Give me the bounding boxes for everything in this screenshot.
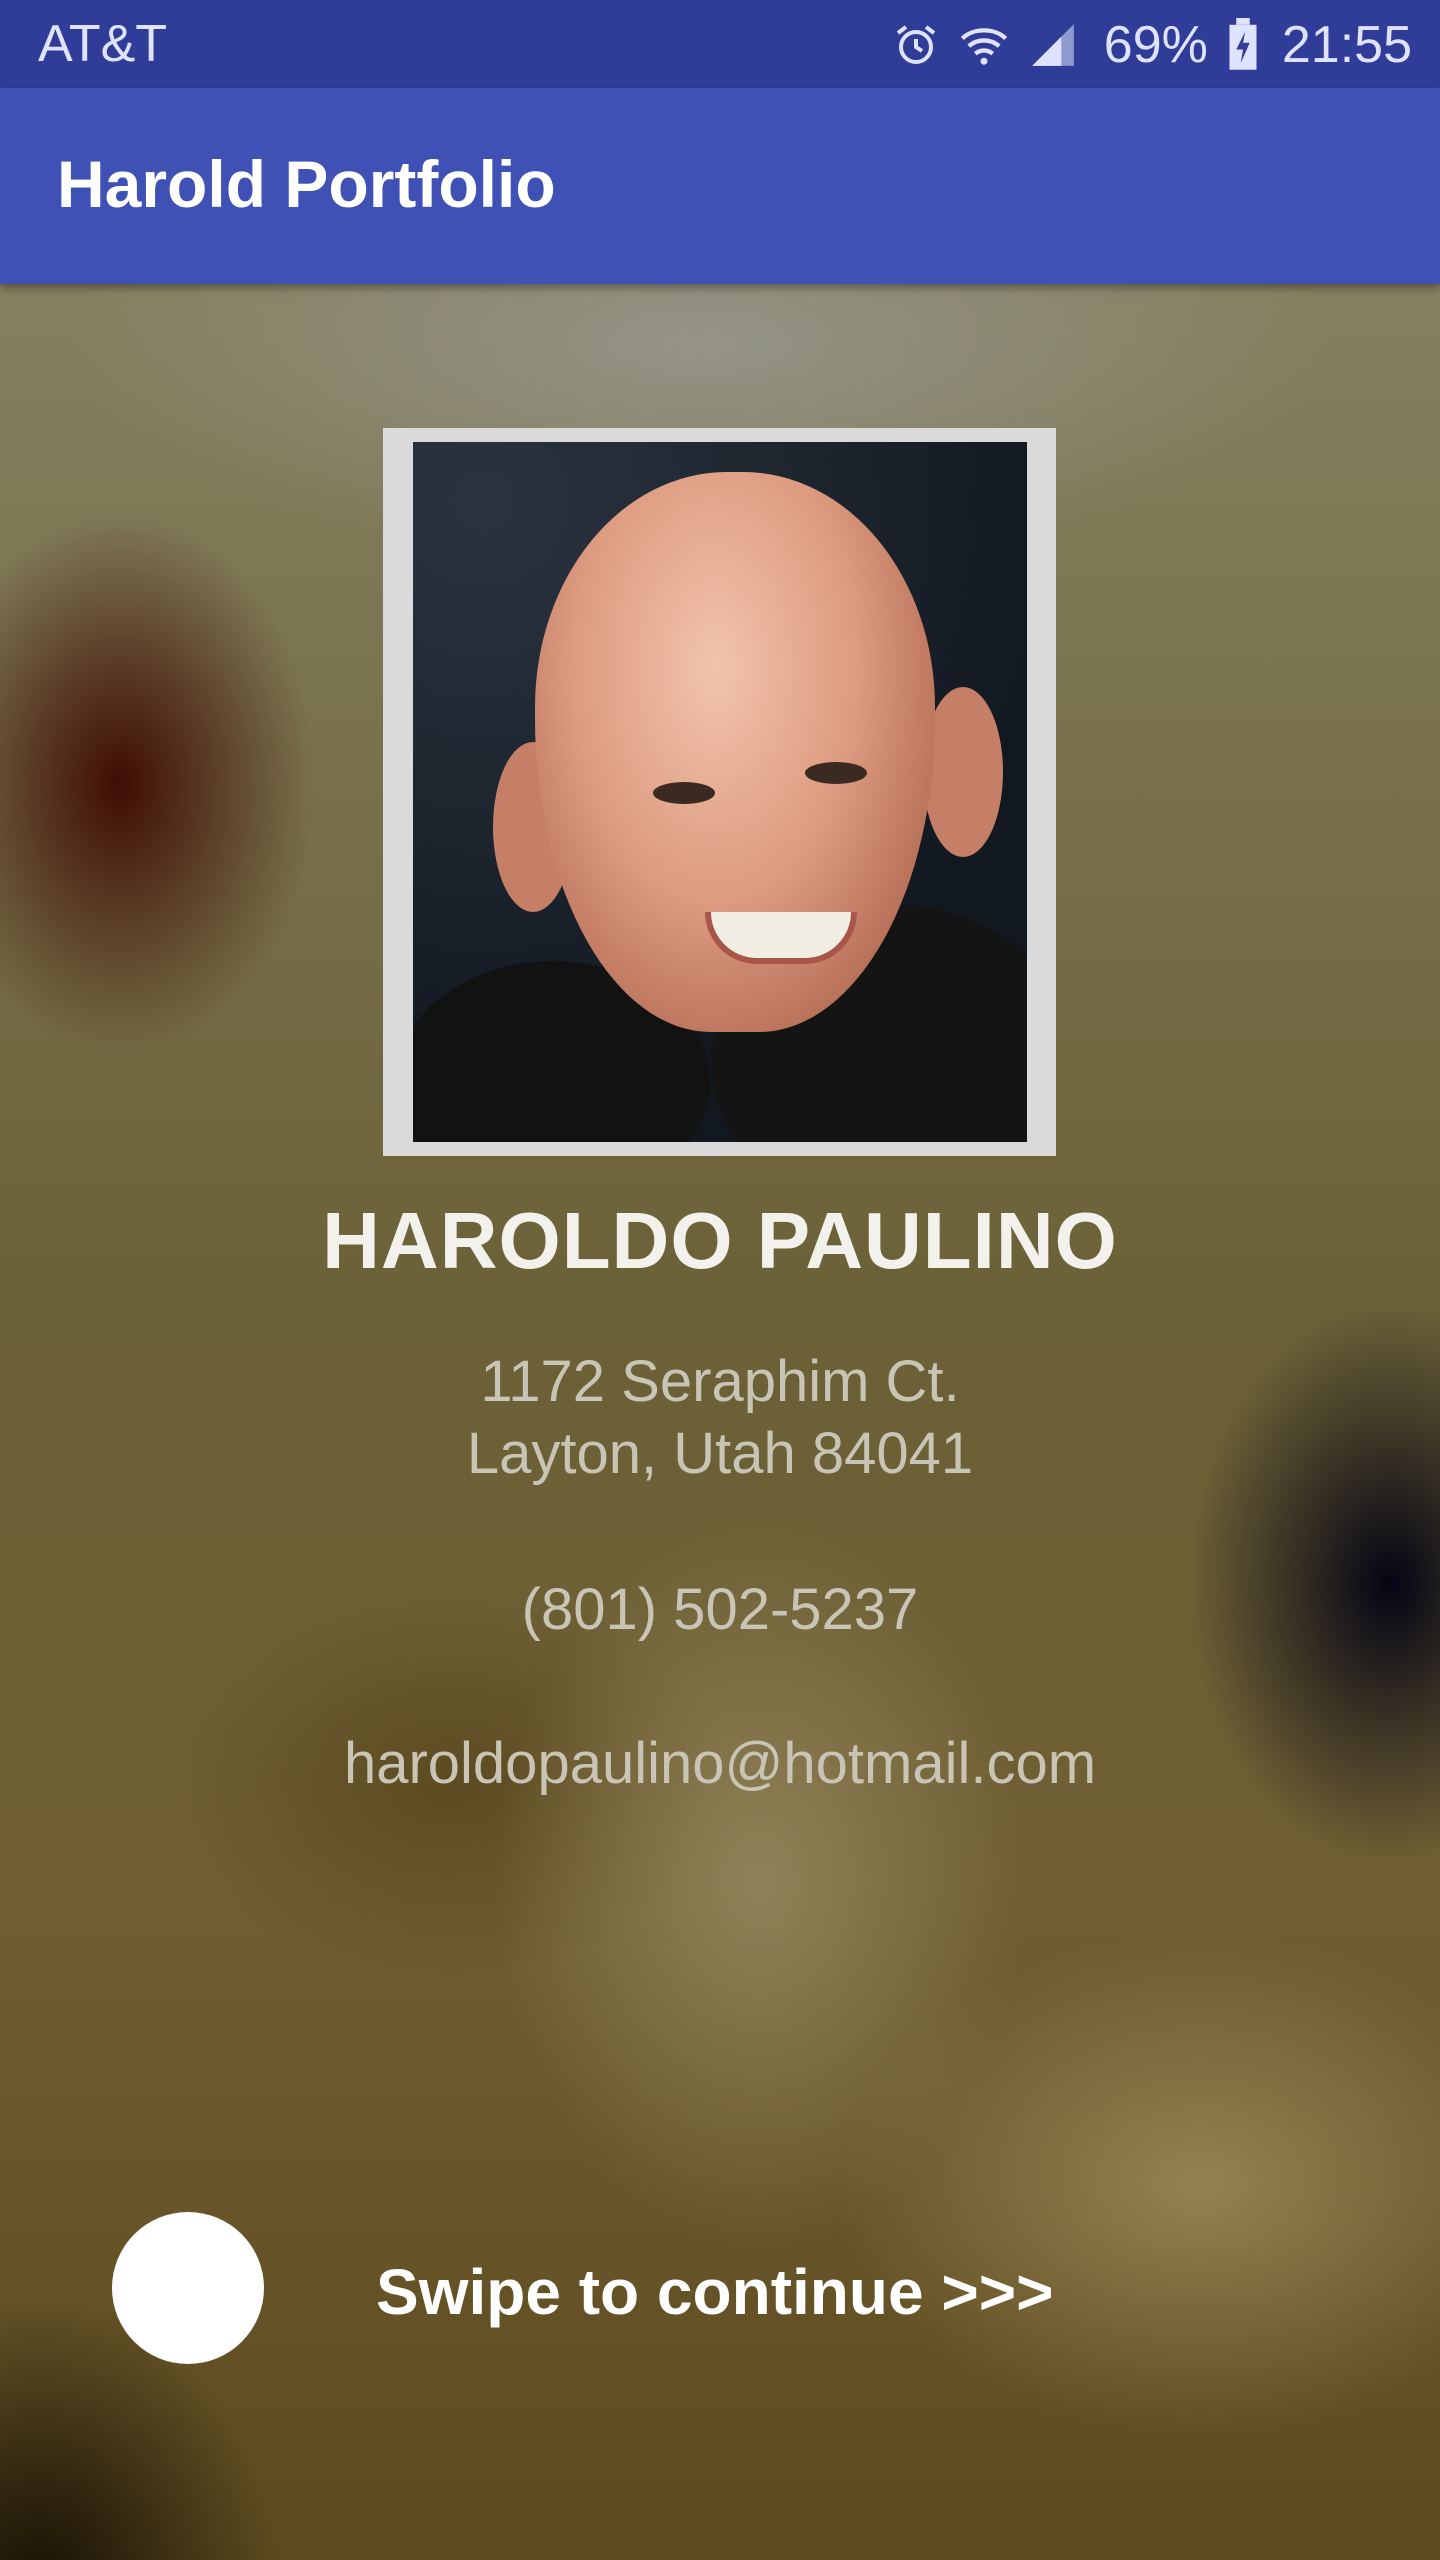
battery-charging-icon: [1229, 18, 1257, 70]
photo-eye-right: [805, 762, 867, 784]
carrier-label: AT&T: [38, 15, 168, 73]
clock: 21:55: [1281, 16, 1412, 74]
photo-smile: [705, 912, 857, 964]
status-bar: AT&T 69% 21:55: [0, 0, 1440, 88]
address-line-2: Layton, Utah 84041: [466, 1421, 974, 1486]
profile-name: HAROLDO PAULINO: [322, 1196, 1118, 1285]
photo-ear-right: [923, 687, 1003, 857]
photo-eye-left: [653, 782, 715, 804]
signal-icon: [1031, 24, 1074, 66]
alarm-icon: [896, 25, 935, 64]
swipe-label: Swipe to continue >>>: [376, 2256, 1054, 2328]
status-icons: 69% 21:55: [892, 10, 1412, 80]
photo-face: [535, 472, 935, 1032]
screen: AT&T 69% 21:55 Harold Portfolio HAROLDO …: [0, 0, 1440, 2560]
address-line-1: 1172 Seraphim Ct.: [480, 1349, 960, 1414]
profile-photo-frame: [383, 428, 1056, 1156]
app-bar: Harold Portfolio: [0, 88, 1440, 284]
wifi-icon: [960, 28, 1007, 65]
email-address[interactable]: haroldopaulino@hotmail.com: [0, 1730, 1440, 1797]
swipe-handle[interactable]: [112, 2212, 264, 2364]
battery-percent: 69%: [1103, 16, 1208, 74]
phone-number[interactable]: (801) 502-5237: [0, 1576, 1440, 1643]
app-title: Harold Portfolio: [57, 147, 556, 221]
profile-photo: [413, 442, 1027, 1142]
